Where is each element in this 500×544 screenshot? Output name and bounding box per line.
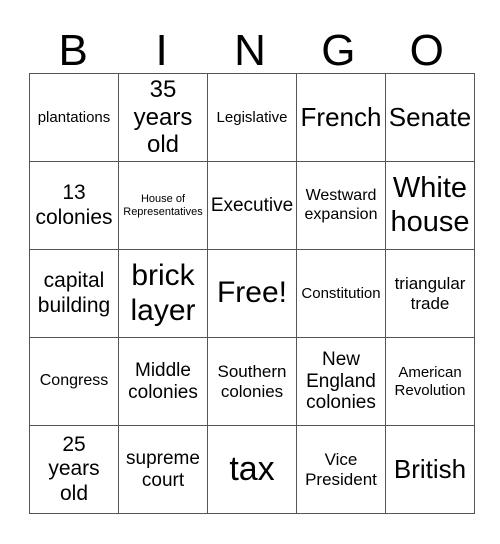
bingo-cell[interactable]: plantations bbox=[29, 73, 119, 162]
free-space-cell[interactable]: Free! bbox=[207, 249, 297, 338]
bingo-cell[interactable]: Executive bbox=[207, 161, 297, 250]
bingo-cell[interactable]: French bbox=[296, 73, 386, 162]
bingo-cell[interactable]: Legislative bbox=[207, 73, 297, 162]
bingo-cell[interactable]: Southern colonies bbox=[207, 337, 297, 426]
header-letter-n: N bbox=[234, 26, 266, 75]
bingo-cell[interactable]: capital building bbox=[29, 249, 119, 338]
bingo-board: plantations 35 years old Legislative Fre… bbox=[29, 73, 475, 514]
board-row: Congress Middle colonies Southern coloni… bbox=[29, 337, 475, 426]
bingo-cell[interactable]: supreme court bbox=[118, 425, 208, 514]
bingo-header: B I N G O bbox=[29, 28, 471, 73]
header-letter-i: I bbox=[155, 26, 168, 75]
header-letter-g: G bbox=[321, 26, 356, 75]
bingo-cell[interactable]: brick layer bbox=[118, 249, 208, 338]
bingo-cell[interactable]: Senate bbox=[385, 73, 475, 162]
board-row: 13 colonies House of Representatives Exe… bbox=[29, 161, 475, 250]
board-row: 25 years old supreme court tax Vice Pres… bbox=[29, 425, 475, 514]
bingo-cell[interactable]: 25 years old bbox=[29, 425, 119, 514]
header-letter-o: O bbox=[409, 26, 444, 75]
bingo-cell[interactable]: Congress bbox=[29, 337, 119, 426]
board-row: plantations 35 years old Legislative Fre… bbox=[29, 73, 475, 162]
bingo-cell[interactable]: British bbox=[385, 425, 475, 514]
bingo-cell[interactable]: Westward expansion bbox=[296, 161, 386, 250]
bingo-cell[interactable]: 35 years old bbox=[118, 73, 208, 162]
bingo-cell[interactable]: House of Representatives bbox=[118, 161, 208, 250]
bingo-cell[interactable]: Vice President bbox=[296, 425, 386, 514]
bingo-cell[interactable]: New England colonies bbox=[296, 337, 386, 426]
bingo-cell[interactable]: Constitution bbox=[296, 249, 386, 338]
bingo-cell[interactable]: American Revolution bbox=[385, 337, 475, 426]
header-letter-b: B bbox=[58, 26, 88, 75]
bingo-cell[interactable]: Middle colonies bbox=[118, 337, 208, 426]
bingo-cell[interactable]: tax bbox=[207, 425, 297, 514]
bingo-cell[interactable]: 13 colonies bbox=[29, 161, 119, 250]
bingo-cell[interactable]: White house bbox=[385, 161, 475, 250]
board-row: capital building brick layer Free! Const… bbox=[29, 249, 475, 338]
bingo-cell[interactable]: triangular trade bbox=[385, 249, 475, 338]
